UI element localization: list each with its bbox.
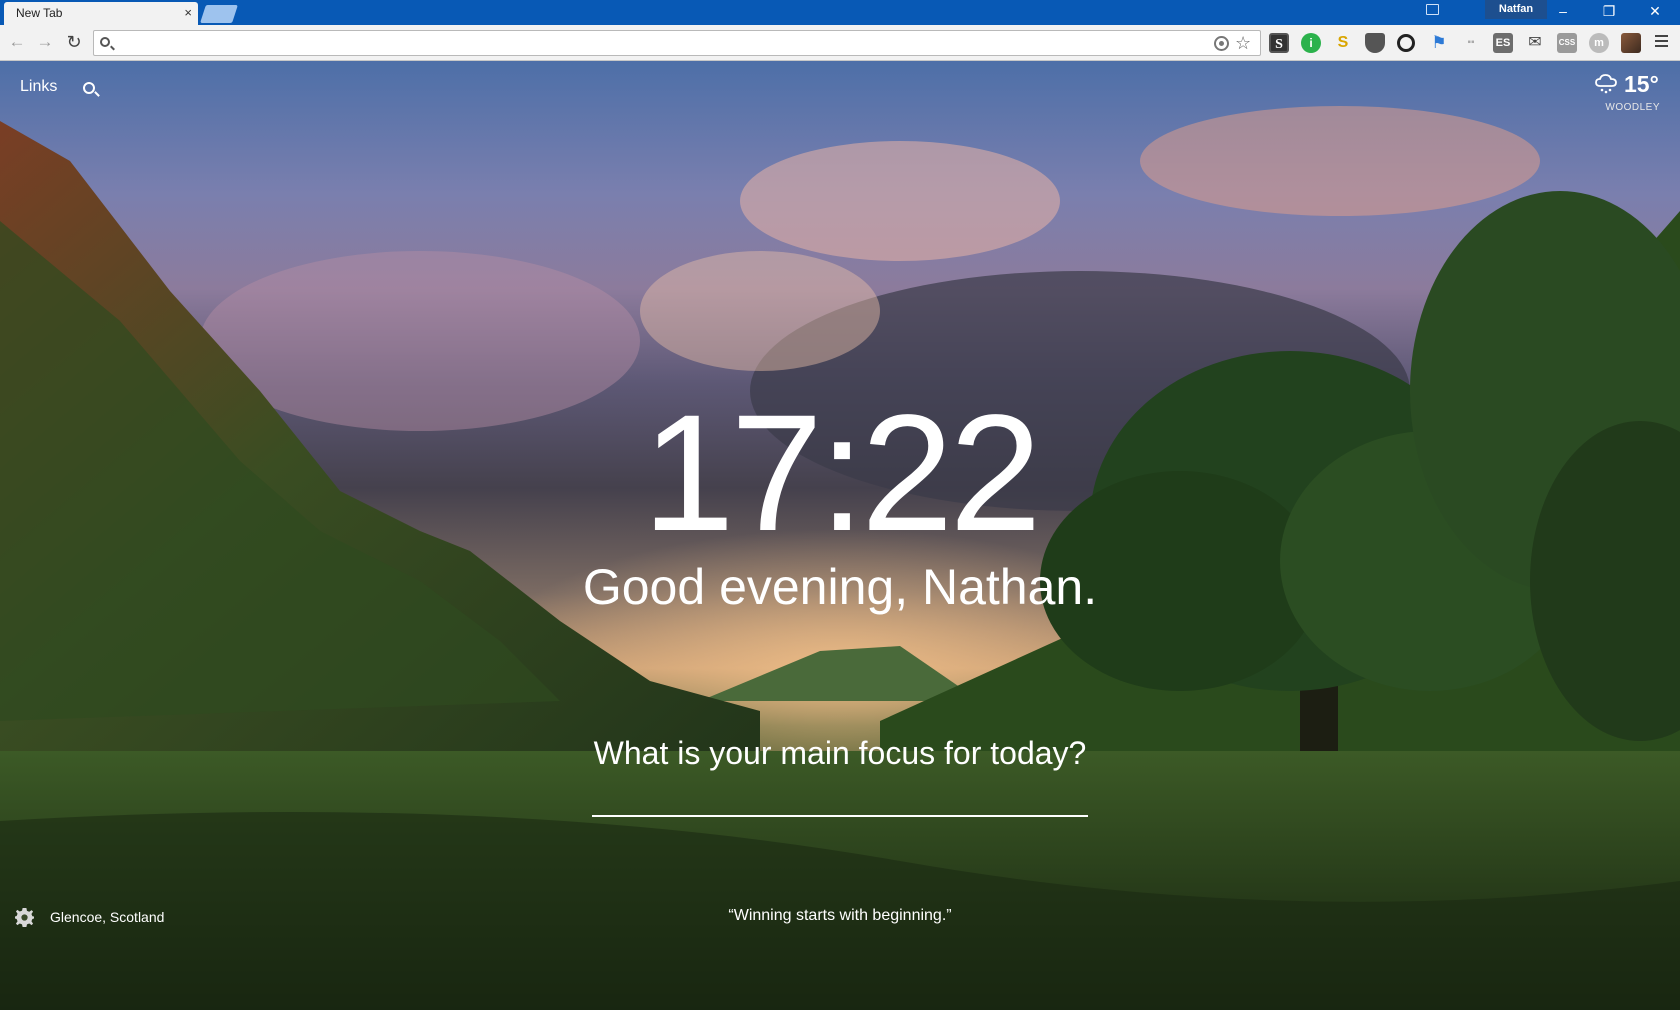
location-target-icon[interactable]	[1214, 36, 1229, 51]
chrome-menu-icon[interactable]	[1655, 32, 1671, 52]
m-extension-icon[interactable]: m	[1589, 33, 1609, 53]
cast-icon[interactable]	[1426, 4, 1439, 15]
grey-extension-icon[interactable]: ▪▪	[1461, 33, 1481, 53]
ring-extension-icon[interactable]	[1397, 34, 1415, 52]
browser-titlebar: New Tab × Natfan – ❐ ✕	[0, 0, 1680, 25]
close-tab-icon[interactable]: ×	[184, 5, 192, 21]
photo-location[interactable]: Glencoe, Scotland	[50, 908, 164, 927]
weather-location: WOODLEY	[1605, 102, 1660, 113]
clock: 17:22	[642, 381, 1041, 566]
reload-button[interactable]: ↻	[63, 31, 85, 53]
profile-button[interactable]: Natfan	[1485, 0, 1547, 19]
restore-button[interactable]: ❐	[1586, 0, 1632, 22]
focus-input[interactable]	[592, 787, 1088, 817]
s-extension-icon[interactable]: S	[1269, 33, 1289, 53]
shield-extension-icon[interactable]	[1365, 33, 1385, 53]
slack-extension-icon[interactable]: S	[1333, 33, 1353, 53]
close-window-button[interactable]: ✕	[1632, 0, 1678, 22]
address-bar[interactable]: ☆	[93, 30, 1261, 56]
address-input[interactable]	[118, 33, 1208, 53]
momentum-page: Links 15° WOODLEY 17:22 Good evening, Na…	[0, 61, 1680, 1010]
tab-new-tab[interactable]: New Tab ×	[4, 2, 198, 25]
i-extension-icon[interactable]: i	[1301, 33, 1321, 53]
cloud-snow-icon[interactable]	[1594, 73, 1618, 95]
browser-toolbar: ← → ↻ ☆ S i S ⚑ ▪▪ ES ✉ CSS m	[0, 25, 1680, 61]
gear-icon[interactable]	[15, 908, 34, 927]
css-extension-icon[interactable]: CSS	[1557, 33, 1577, 53]
es-extension-icon[interactable]: ES	[1493, 33, 1513, 53]
search-icon[interactable]	[83, 82, 95, 94]
minimize-button[interactable]: –	[1540, 0, 1586, 22]
greeting: Good evening, Nathan.	[582, 559, 1098, 615]
new-tab-button[interactable]	[200, 5, 238, 23]
forward-button[interactable]: →	[34, 31, 56, 53]
mail-extension-icon[interactable]: ✉	[1525, 33, 1545, 53]
search-icon	[100, 37, 110, 47]
focus-question: What is your main focus for today?	[593, 735, 1087, 771]
tab-title: New Tab	[16, 6, 63, 20]
flag-extension-icon[interactable]: ⚑	[1429, 33, 1449, 53]
bookmark-star-icon[interactable]: ☆	[1235, 32, 1251, 54]
avatar-extension-icon[interactable]	[1621, 33, 1641, 53]
weather-temperature[interactable]: 15°	[1624, 71, 1659, 98]
links-button[interactable]: Links	[20, 78, 57, 96]
back-button[interactable]: ←	[6, 31, 28, 53]
quote[interactable]: “Winning starts with beginning.”	[540, 906, 1140, 926]
